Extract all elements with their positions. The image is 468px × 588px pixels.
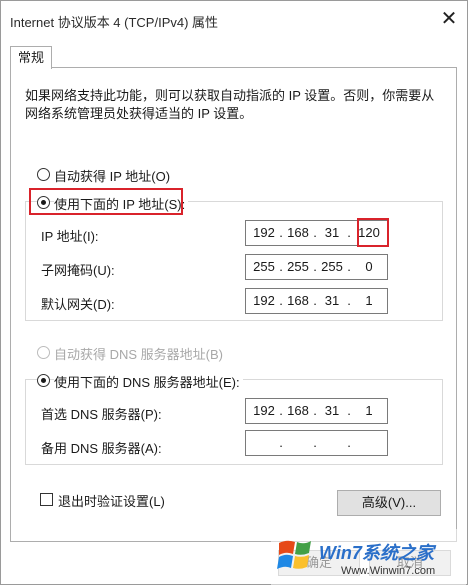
dns-auto-radio — [37, 346, 50, 359]
ip-dot: . — [279, 435, 283, 450]
validate-label[interactable]: 退出时验证设置(L) — [58, 491, 165, 510]
ip-octet: 192 — [253, 293, 275, 308]
subnet-mask-input[interactable]: 255 . 255 . 255 . 0 — [245, 254, 388, 280]
dialog-window: Internet 协议版本 4 (TCP/IPv4) 属性 ✕ 常规 如果网络支… — [0, 0, 468, 585]
ip-octet: 31 — [324, 293, 340, 308]
dns-manual-radio[interactable] — [37, 374, 50, 387]
ip-dot: . — [313, 403, 317, 418]
ip-dot: . — [313, 225, 317, 240]
gateway-input[interactable]: 192 . 168 . 31 . 1 — [245, 288, 388, 314]
close-icon[interactable]: ✕ — [437, 7, 461, 31]
preferred-dns-label: 首选 DNS 服务器(P): — [41, 407, 162, 422]
preferred-dns-input[interactable]: 192 . 168 . 31 . 1 — [245, 398, 388, 424]
advanced-button[interactable]: 高级(V)... — [337, 490, 441, 516]
ip-octet: 255 — [253, 259, 275, 274]
description-text: 如果网络支持此功能，则可以获取自动指派的 IP 设置。否则，你需要从网络系统管理… — [25, 88, 435, 121]
ip-dot: . — [347, 435, 351, 450]
dns-manual-label[interactable]: 使用下面的 DNS 服务器地址(E): — [54, 372, 243, 391]
tab-general[interactable]: 常规 — [10, 46, 52, 69]
ip-octet: 31 — [324, 225, 340, 240]
ip-dot: . — [279, 293, 283, 308]
ip-octet: 255 — [321, 259, 343, 274]
ip-octet: 0 — [365, 259, 373, 274]
ip-dot: . — [279, 259, 283, 274]
title-bar: Internet 协议版本 4 (TCP/IPv4) 属性 ✕ — [1, 1, 467, 39]
ip-dot: . — [313, 435, 317, 450]
ip-octet: 168 — [287, 293, 309, 308]
ip-dot: . — [313, 293, 317, 308]
ip-dot: . — [279, 403, 283, 418]
ip-octet: 168 — [287, 403, 309, 418]
ip-dot: . — [347, 225, 351, 240]
ip-octet: 192 — [253, 225, 275, 240]
ip-address-label: IP 地址(I): — [41, 229, 99, 244]
validate-checkbox[interactable] — [40, 493, 53, 506]
ip-dot: . — [279, 225, 283, 240]
ip-octet: 1 — [365, 293, 373, 308]
highlight-last-octet — [357, 218, 389, 247]
ip-dot: . — [347, 293, 351, 308]
ip-auto-label[interactable]: 自动获得 IP 地址(O) — [54, 166, 170, 185]
gateway-label: 默认网关(D): — [41, 297, 115, 312]
watermark: Win7系统之家 Www.Winwin7.com — [271, 529, 466, 585]
alternate-dns-label: 备用 DNS 服务器(A): — [41, 441, 162, 456]
ip-octet: 1 — [365, 403, 373, 418]
ip-octet: 192 — [253, 403, 275, 418]
highlight-ip-manual — [29, 188, 183, 215]
subnet-mask-label: 子网掩码(U): — [41, 263, 115, 278]
ip-octet: 168 — [287, 225, 309, 240]
ip-octet: 31 — [324, 403, 340, 418]
dns-auto-label: 自动获得 DNS 服务器地址(B) — [54, 347, 224, 362]
ip-octet: 255 — [287, 259, 309, 274]
window-title: Internet 协议版本 4 (TCP/IPv4) 属性 — [10, 15, 219, 30]
ip-dot: . — [347, 403, 351, 418]
watermark-brand: Win7系统之家 — [319, 543, 434, 563]
ip-dot: . — [313, 259, 317, 274]
alternate-dns-input[interactable]: . . . — [245, 430, 388, 456]
ip-auto-radio[interactable] — [37, 168, 50, 181]
watermark-url: Www.Winwin7.com — [341, 565, 436, 577]
ip-dot: . — [347, 259, 351, 274]
